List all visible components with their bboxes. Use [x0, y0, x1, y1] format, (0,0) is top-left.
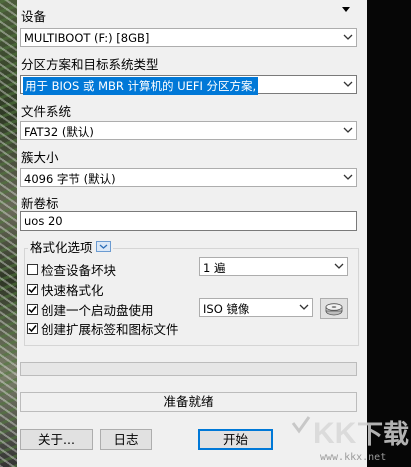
- about-button-label: 关于...: [38, 432, 75, 447]
- check-bad-blocks-option[interactable]: 检查设备坏块: [27, 260, 116, 279]
- file-system-value: FAT32 (默认): [24, 125, 94, 139]
- cluster-size-dropdown[interactable]: 4096 字节 (默认): [20, 168, 357, 187]
- quick-format-option[interactable]: 快速格式化: [27, 280, 104, 299]
- bootable-checkbox[interactable]: [27, 304, 38, 315]
- checkmark-icon: [28, 286, 37, 294]
- extended-label-option[interactable]: 创建扩展标签和图标文件: [27, 319, 179, 338]
- disk-drive-icon: [325, 303, 343, 316]
- format-options-title: 格式化选项: [30, 240, 93, 255]
- partition-scheme-label: 分区方案和目标系统类型: [21, 57, 159, 72]
- about-button[interactable]: 关于...: [20, 429, 93, 450]
- cluster-size-label: 簇大小: [21, 150, 59, 165]
- svg-text:KK: KK: [313, 417, 357, 450]
- chevron-down-icon: [343, 127, 353, 133]
- device-dropdown[interactable]: MULTIBOOT (F:) [8GB]: [20, 28, 357, 47]
- check-bad-blocks-label: 检查设备坏块: [41, 263, 117, 278]
- cluster-size-value: 4096 字节 (默认): [24, 172, 116, 186]
- file-system-dropdown[interactable]: FAT32 (默认): [20, 121, 357, 140]
- check-bad-blocks-checkbox[interactable]: [27, 264, 38, 275]
- checkmark-icon: [28, 325, 37, 333]
- log-button-label: 日志: [113, 432, 139, 447]
- checkmark-icon: [28, 306, 37, 314]
- device-value: MULTIBOOT (F:) [8GB]: [24, 31, 150, 45]
- chevron-down-icon: [343, 34, 353, 40]
- volume-label-field[interactable]: [20, 211, 357, 231]
- watermark-url: www.kkx.net: [320, 452, 387, 463]
- start-button-label: 开始: [222, 432, 248, 447]
- extended-label-label: 创建扩展标签和图标文件: [41, 322, 179, 337]
- quick-format-checkbox[interactable]: [27, 284, 38, 295]
- boot-image-type-dropdown[interactable]: ISO 镜像: [199, 298, 313, 317]
- select-image-button[interactable]: [320, 298, 348, 319]
- volume-label-input[interactable]: [24, 214, 344, 228]
- partition-scheme-value: 用于 BIOS 或 MBR 计算机的 UEFI 分区方案,: [23, 77, 259, 95]
- extended-label-checkbox[interactable]: [27, 323, 38, 334]
- desktop-background-right: [367, 0, 411, 467]
- format-options-header: 格式化选项: [28, 237, 113, 256]
- volume-label-label: 新卷标: [21, 196, 59, 211]
- rufus-main-panel: 设备 MULTIBOOT (F:) [8GB] 分区方案和目标系统类型 用于 B…: [17, 0, 367, 467]
- status-text: 准备就绪: [163, 394, 214, 409]
- bad-blocks-passes-value: 1 遍: [203, 261, 226, 275]
- svg-text:下载: 下载: [357, 419, 409, 449]
- log-button[interactable]: 日志: [100, 429, 152, 450]
- bootable-label: 创建一个启动盘使用: [41, 303, 154, 318]
- desktop-background-strip: [0, 0, 17, 467]
- collapse-icon[interactable]: [95, 241, 111, 252]
- progress-bar: [20, 362, 357, 376]
- bootable-option[interactable]: 创建一个启动盘使用: [27, 300, 154, 319]
- start-button[interactable]: 开始: [198, 429, 273, 450]
- bad-blocks-passes-dropdown[interactable]: 1 遍: [199, 257, 348, 276]
- caret-down-icon[interactable]: [341, 6, 351, 14]
- chevron-down-icon: [343, 174, 353, 180]
- device-label: 设备: [21, 9, 47, 24]
- chevron-down-icon: [334, 263, 344, 269]
- chevron-down-icon: [343, 81, 353, 87]
- file-system-label: 文件系统: [21, 104, 72, 119]
- boot-image-type-value: ISO 镜像: [203, 302, 250, 316]
- quick-format-label: 快速格式化: [41, 283, 104, 298]
- partition-scheme-dropdown[interactable]: 用于 BIOS 或 MBR 计算机的 UEFI 分区方案,: [20, 75, 357, 95]
- chevron-down-icon: [299, 304, 309, 310]
